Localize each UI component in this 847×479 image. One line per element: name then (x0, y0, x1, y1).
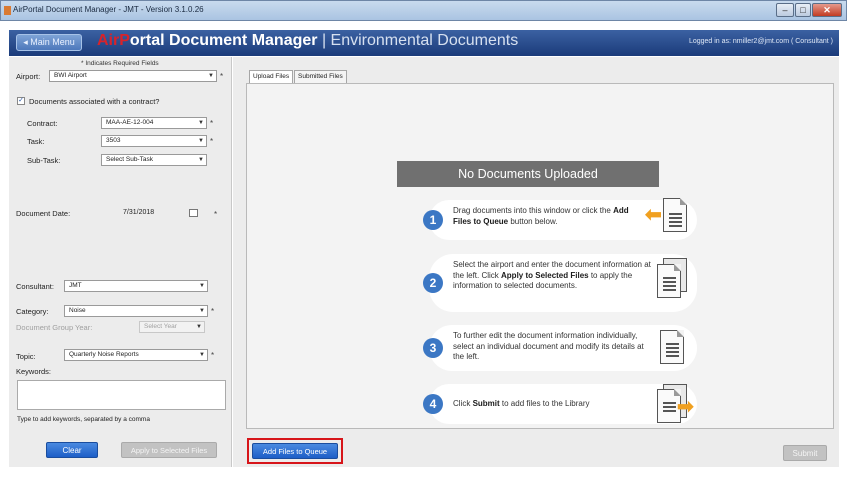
required-marker: * (220, 72, 224, 81)
task-label: Task: (27, 137, 45, 146)
chevron-down-icon: ▼ (199, 308, 205, 314)
consultant-value: JMT (69, 282, 82, 289)
arrow-left-icon: ⬅ (645, 204, 662, 226)
document-group-year-label: Document Group Year: (16, 323, 93, 332)
file-drop-area[interactable]: No Documents Uploaded 1 Drag documents i… (246, 83, 834, 429)
contract-checkbox[interactable]: ✓ (17, 97, 25, 105)
category-value: Noise (69, 307, 86, 314)
maximize-icon[interactable]: □ (795, 3, 811, 17)
category-label: Category: (16, 307, 49, 316)
document-date-field[interactable]: 7/31/2018 (123, 207, 173, 219)
topic-label: Topic: (16, 352, 36, 361)
minimize-icon[interactable]: – (776, 3, 794, 17)
brand-separator: | (317, 32, 331, 49)
consultant-select[interactable]: JMT ▼ (64, 280, 208, 292)
chevron-down-icon: ▼ (199, 352, 205, 358)
contract-value: MAA-AE-12-004 (106, 119, 154, 126)
consultant-label: Consultant: (16, 282, 54, 291)
required-marker: * (211, 351, 215, 360)
app-header: ◂ Main Menu AirPortal Document Manager |… (9, 30, 839, 56)
brand-logo-air: AirP (97, 32, 130, 49)
airport-label: Airport: (16, 72, 41, 81)
upload-panel: Upload Files Submitted Files No Document… (233, 57, 839, 467)
document-edit-icon (660, 330, 684, 364)
required-note: * Indicates Required Fields (81, 60, 159, 67)
category-select[interactable]: Noise ▼ (64, 305, 208, 317)
airport-select[interactable]: BWI Airport ▼ (49, 70, 217, 82)
main-menu-button[interactable]: ◂ Main Menu (16, 34, 82, 51)
task-select[interactable]: 3503 ▼ (101, 135, 207, 147)
brand-name: ortal Document Manager (129, 32, 318, 49)
window-titlebar: AirPortal Document Manager - JMT - Versi… (0, 0, 847, 21)
required-marker: * (211, 307, 215, 316)
task-value: 3503 (106, 137, 121, 144)
close-icon[interactable]: ✕ (812, 3, 842, 17)
submit-button[interactable]: Submit (783, 445, 827, 461)
apply-to-selected-files-button[interactable]: Apply to Selected Files (121, 442, 217, 458)
app-title: AirPortal Document Manager | Environment… (97, 32, 518, 50)
step-number: 3 (423, 338, 443, 358)
contract-select[interactable]: MAA-AE-12-004 ▼ (101, 117, 207, 129)
document-info-panel: * Indicates Required Fields Airport: BWI… (9, 57, 232, 467)
required-marker: * (210, 137, 214, 146)
airport-value: BWI Airport (54, 72, 87, 79)
step-number: 2 (423, 273, 443, 293)
keywords-label: Keywords: (16, 367, 52, 376)
chevron-down-icon: ▼ (196, 324, 202, 330)
required-marker: * (210, 119, 214, 128)
contract-checkbox-label: Documents associated with a contract? (29, 97, 160, 106)
tab-upload-files[interactable]: Upload Files (249, 70, 294, 84)
subtask-value: Select Sub-Task (106, 156, 153, 163)
instruction-step-3: 3 To further edit the document informati… (423, 325, 697, 371)
tab-submitted-files[interactable]: Submitted Files (294, 70, 347, 83)
calendar-icon[interactable] (189, 209, 198, 217)
chevron-down-icon: ▼ (198, 120, 204, 126)
document-group-year-select[interactable]: Select Year ▼ (139, 321, 205, 333)
step-text: To further edit the document information… (453, 331, 644, 361)
subtask-select[interactable]: Select Sub-Task ▼ (101, 154, 207, 166)
document-group-year-value: Select Year (144, 323, 177, 330)
app-icon (4, 6, 11, 15)
step-number: 1 (423, 210, 443, 230)
chevron-down-icon: ▼ (208, 73, 214, 79)
step-text: Drag documents into this window or click… (453, 206, 629, 226)
empty-state-title: No Documents Uploaded (397, 161, 659, 187)
arrow-right-icon: ➡ (677, 396, 694, 418)
step-text: Select the airport and enter the documen… (453, 260, 651, 290)
document-add-icon (663, 198, 687, 232)
window-controls: – □ ✕ (776, 3, 842, 17)
contract-label: Contract: (27, 119, 58, 128)
topic-value: Quarterly Noise Reports (69, 351, 139, 358)
required-marker: * (214, 210, 218, 219)
document-date-label: Document Date: (16, 209, 71, 218)
chevron-down-icon: ▼ (198, 157, 204, 163)
step-number: 4 (423, 394, 443, 414)
subtask-label: Sub-Task: (27, 156, 61, 165)
document-icon (657, 264, 681, 298)
add-files-to-queue-button[interactable]: Add Files to Queue (252, 443, 338, 459)
topic-select[interactable]: Quarterly Noise Reports ▼ (64, 349, 208, 361)
chevron-down-icon: ▼ (198, 138, 204, 144)
window-title: AirPortal Document Manager - JMT - Versi… (13, 5, 204, 14)
section-title: Environmental Documents (330, 32, 519, 49)
keywords-input[interactable] (17, 380, 226, 410)
chevron-down-icon: ▼ (199, 283, 205, 289)
keywords-hint: Type to add keywords, separated by a com… (17, 416, 150, 423)
clear-button[interactable]: Clear (46, 442, 98, 458)
login-status: Logged in as: nmiller2@jmt.com ( Consult… (688, 38, 833, 45)
add-files-highlight: Add Files to Queue (247, 438, 343, 464)
step-text: Click Submit to add files to the Library (453, 399, 590, 408)
